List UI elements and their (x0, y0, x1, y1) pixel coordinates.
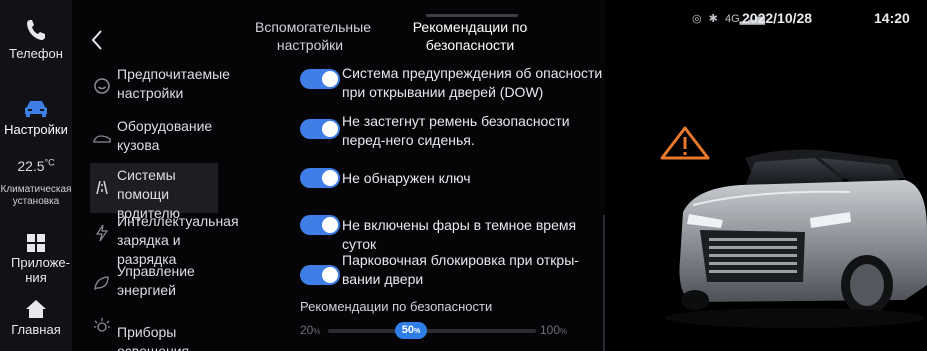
climate-temperature: 22.5°C (17, 157, 55, 174)
left-rail: Телефон Настройки 22.5°C Климатическая у… (0, 0, 72, 351)
signal-label: 4G (724, 13, 740, 25)
rail-climate-label: Климатическая установка (0, 183, 72, 207)
slider-max-label: 100% (540, 323, 568, 337)
slider-min-label: 20% (300, 323, 321, 337)
menu-item-label: Оборудование кузова (117, 118, 213, 153)
toggle-switch[interactable] (300, 215, 340, 235)
apps-grid-icon (27, 234, 45, 252)
toggle-switch[interactable] (300, 119, 340, 139)
car-body-icon (93, 135, 111, 143)
bluetooth-icon: ✱ (708, 13, 718, 25)
option-label: Парковочная блокировка при откры-вании д… (342, 252, 579, 287)
menu-item-label: Предпочитаемые настройки (117, 66, 230, 101)
toggle-switch[interactable] (300, 265, 340, 285)
leaf-icon (94, 276, 109, 291)
menu-item-label: Управление энергией (117, 263, 195, 298)
option-label: Не застегнут ремень безопасности перед-н… (342, 113, 570, 148)
warning-triangle-icon (660, 126, 710, 160)
rail-phone-label: Телефон (9, 46, 63, 61)
status-time: 14:20 (874, 10, 910, 26)
rail-settings[interactable]: Настройки (0, 98, 72, 137)
menu-item-preferences[interactable]: Предпочитаемые настройки (90, 62, 230, 112)
lane-assist-icon (96, 180, 108, 195)
rail-climate[interactable]: 22.5°C Климатическая установка (0, 157, 72, 208)
rail-settings-label: Настройки (4, 122, 68, 137)
menu-item-lighting[interactable]: Приборы освещения (90, 312, 218, 351)
wireless-charging-icon: ◎ (692, 13, 702, 25)
option-label: Не обнаружен ключ (342, 170, 471, 186)
menu-item-label: Приборы освещения (117, 324, 190, 351)
menu-item-body-equipment[interactable]: Оборудование кузова (90, 114, 218, 164)
back-chevron-icon[interactable] (88, 28, 106, 52)
home-icon (26, 300, 46, 318)
toggle-switch[interactable] (300, 168, 340, 188)
slider-track[interactable] (328, 329, 536, 333)
slider-title: Рекомендации по безопасности (300, 299, 493, 314)
status-date: 2022/10/28 (742, 10, 813, 26)
rail-home[interactable]: Главная (0, 300, 72, 337)
toggle-switch[interactable] (300, 69, 340, 89)
vehicle-display (605, 0, 927, 351)
phone-icon (27, 20, 45, 40)
tab-indicator (426, 14, 518, 17)
rail-phone[interactable]: Телефон (0, 18, 72, 61)
light-icon (94, 318, 110, 332)
charging-icon (95, 224, 109, 242)
option-label: Система предупреждения об опасности при … (342, 65, 603, 100)
option-label: Не включены фары в темное время суток (342, 217, 577, 252)
rail-apps-label: Приложе-ния (11, 255, 70, 285)
rail-apps[interactable]: Приложе-ния (0, 234, 72, 285)
smiley-icon (94, 78, 110, 94)
menu-item-driver-assist[interactable]: Системы помощи водителю (90, 163, 218, 221)
tab-safety-recommendations[interactable]: Рекомендации по безопасности (410, 18, 530, 54)
slider-knob[interactable]: 50% (395, 322, 427, 339)
vehicle-image (660, 126, 927, 328)
menu-item-smart-charging[interactable]: Интеллектуальная зарядка и разрядка (90, 209, 239, 267)
menu-item-energy[interactable]: Управление энергией (90, 259, 218, 309)
tab-assist-settings[interactable]: Вспомогательные настройки (255, 18, 371, 54)
rail-home-label: Главная (11, 322, 61, 337)
car-icon (25, 101, 47, 117)
